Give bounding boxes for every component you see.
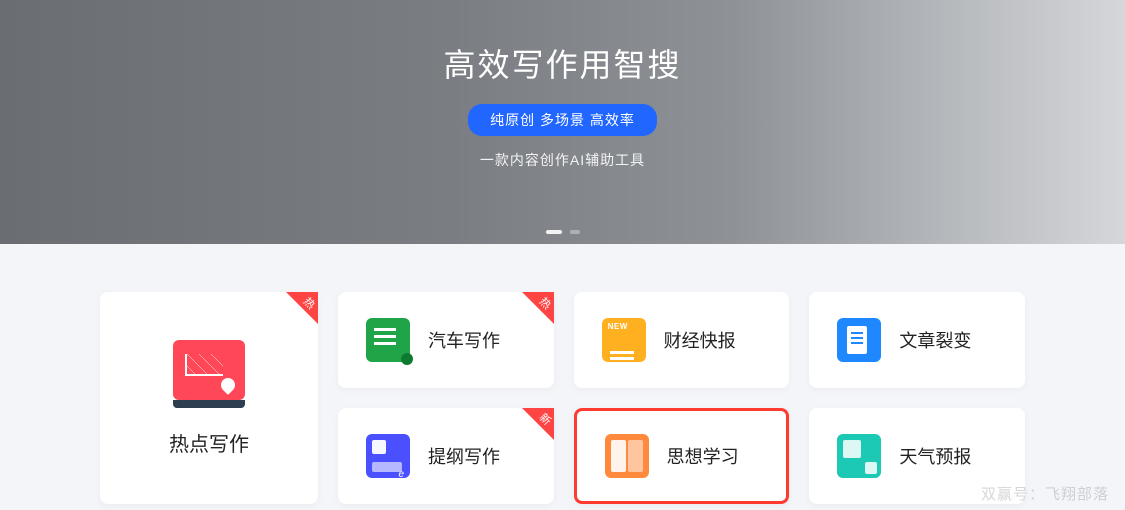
category-card-0[interactable]: 热汽车写作 bbox=[338, 292, 554, 388]
hero-banner: 高效写作用智搜 纯原创 多场景 高效率 一款内容创作AI辅助工具 bbox=[0, 0, 1125, 244]
book-icon bbox=[366, 318, 410, 362]
card-label: 财经快报 bbox=[664, 327, 736, 353]
hero-subtitle: 一款内容创作AI辅助工具 bbox=[480, 150, 645, 170]
carousel-dots[interactable] bbox=[546, 230, 580, 234]
category-card-4[interactable]: 思想学习 bbox=[574, 408, 790, 504]
card-label: 提纲写作 bbox=[428, 443, 500, 469]
hot-ribbon-icon: 热 bbox=[286, 292, 318, 324]
watermark-text: 双赢号：飞翔部落 bbox=[981, 483, 1109, 504]
tiles-icon bbox=[837, 434, 881, 478]
category-card-3[interactable]: 新 e 提纲写作 bbox=[338, 408, 554, 504]
card-label: 天气预报 bbox=[899, 443, 971, 469]
featured-card-hot-writing[interactable]: 热 热点写作 bbox=[100, 292, 318, 504]
carousel-dot[interactable] bbox=[546, 230, 562, 234]
pages-icon bbox=[605, 434, 649, 478]
card-label: 思想学习 bbox=[667, 443, 739, 469]
news-icon bbox=[602, 318, 646, 362]
category-grid: 热 热点写作 热汽车写作财经快报文章裂变新e提纲写作思想学习天气预报 bbox=[0, 244, 1125, 504]
grid-icon: e bbox=[366, 434, 410, 478]
carousel-dot[interactable] bbox=[570, 230, 580, 234]
hot-writing-icon bbox=[173, 340, 245, 400]
hero-badge: 纯原创 多场景 高效率 bbox=[468, 104, 657, 136]
hero-title: 高效写作用智搜 bbox=[443, 40, 681, 86]
document-icon bbox=[837, 318, 881, 362]
featured-label: 热点写作 bbox=[169, 428, 249, 457]
ribbon-icon: 热 bbox=[522, 292, 554, 324]
category-card-1[interactable]: 财经快报 bbox=[574, 292, 790, 388]
category-card-2[interactable]: 文章裂变 bbox=[809, 292, 1025, 388]
ribbon-icon: 新 bbox=[522, 408, 554, 440]
card-label: 文章裂变 bbox=[899, 327, 971, 353]
card-label: 汽车写作 bbox=[428, 327, 500, 353]
